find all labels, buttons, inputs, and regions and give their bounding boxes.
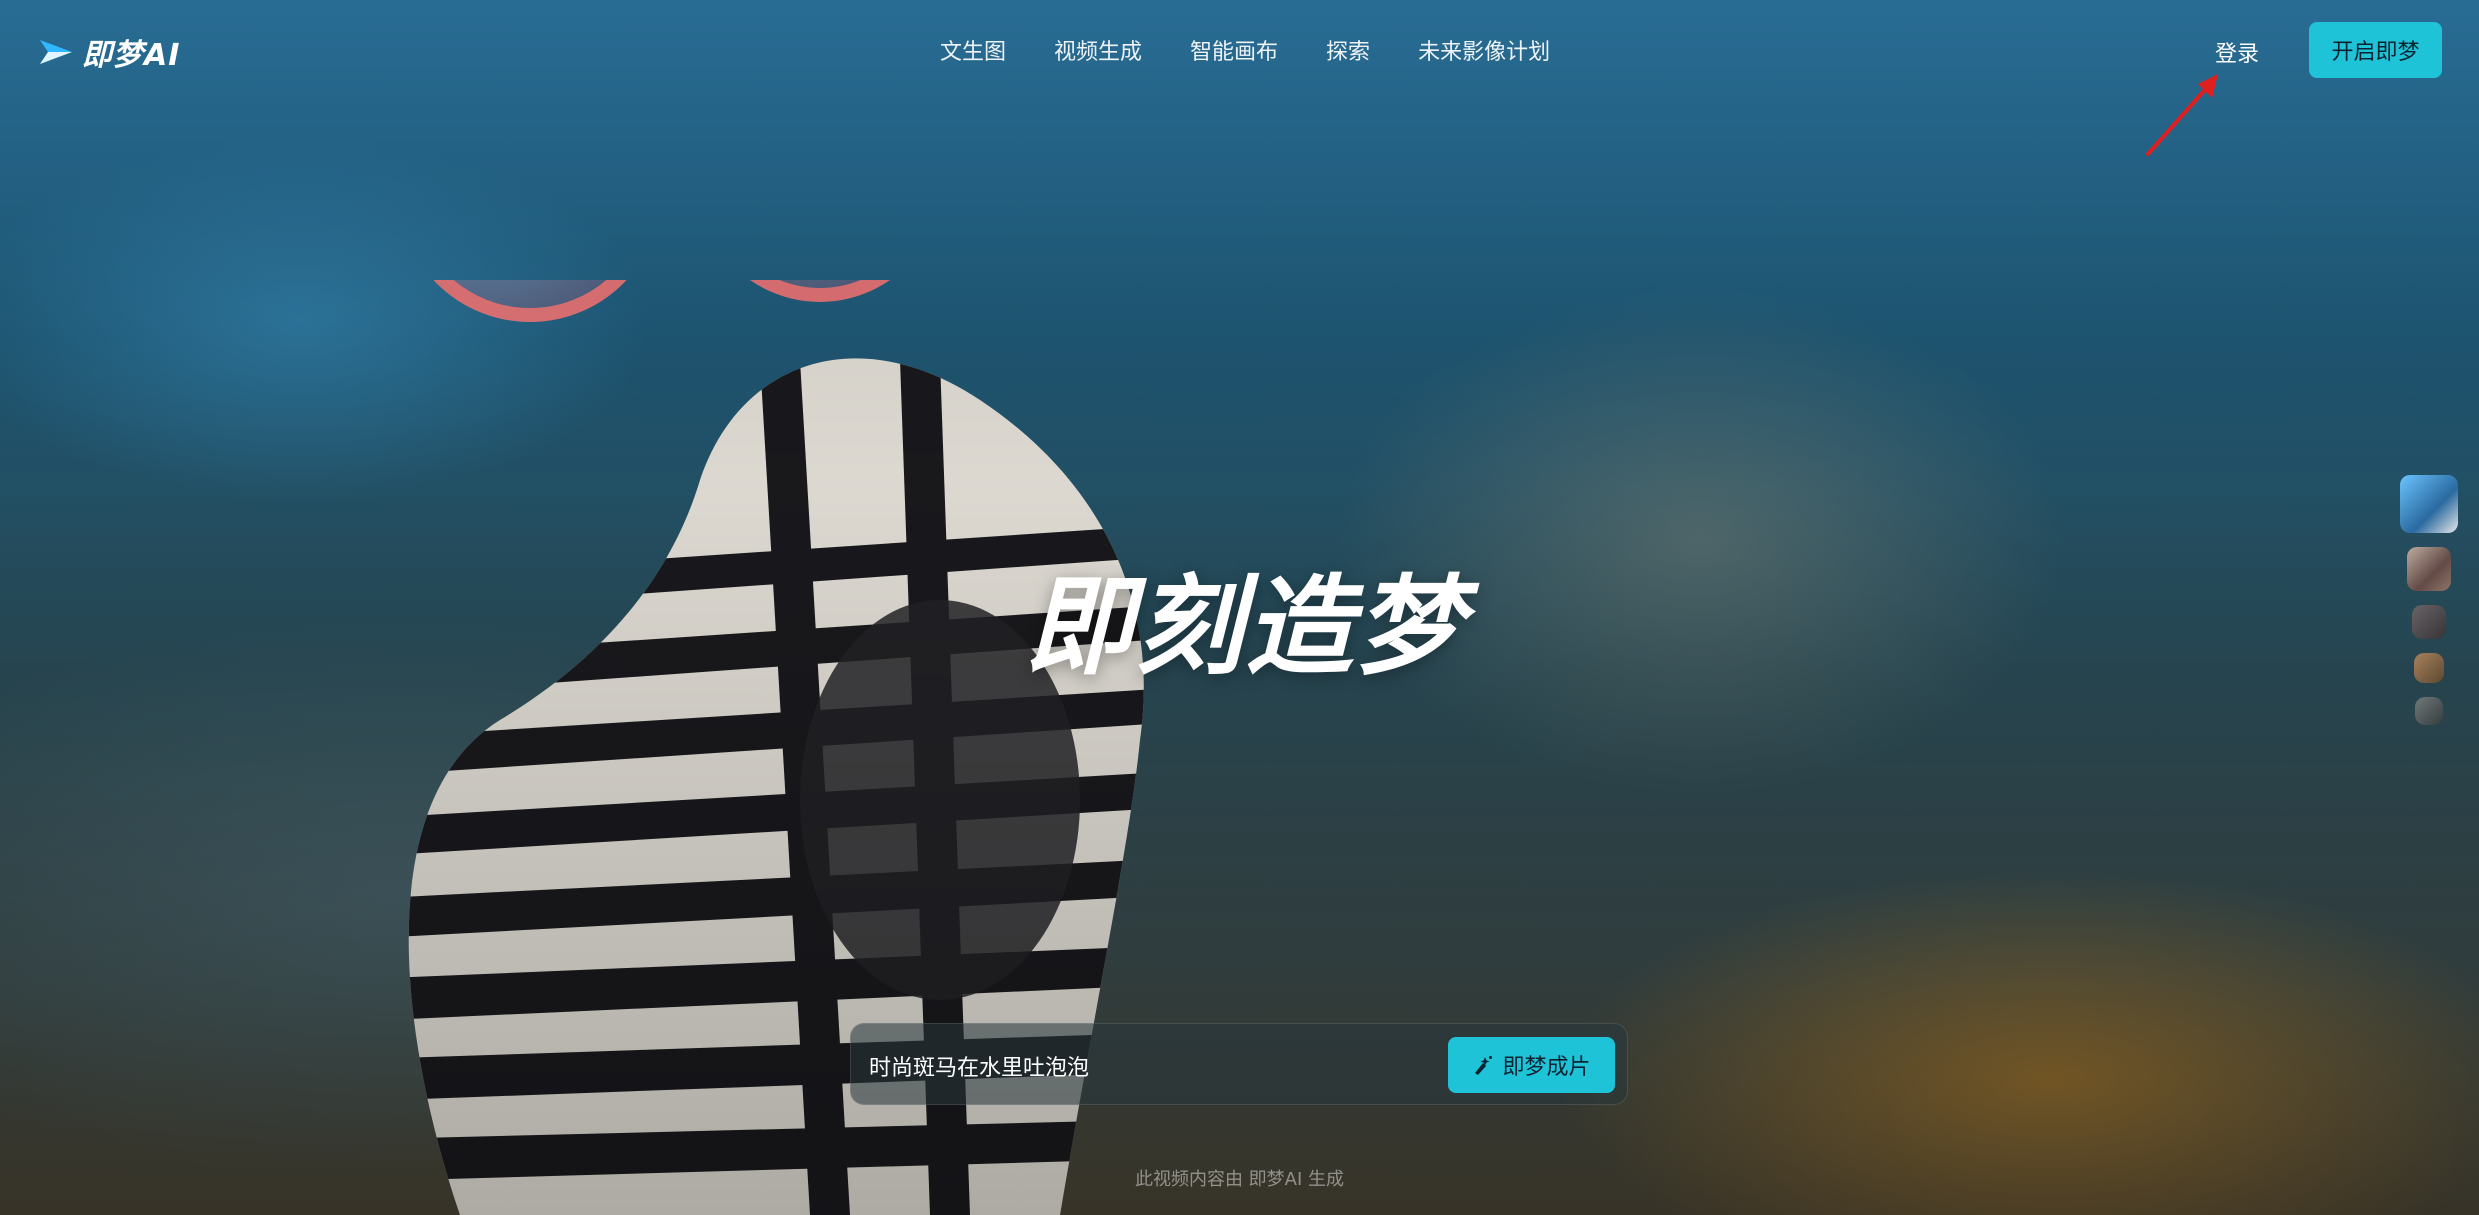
generate-video-button-label: 即梦成片 (1502, 1055, 1591, 1080)
nav-item-video-generation[interactable]: 视频生成 (1054, 34, 1142, 66)
video-thumbnail[interactable] (2414, 653, 2444, 683)
logo-text: 即梦AI (82, 38, 181, 73)
video-thumbnail-list (2400, 475, 2458, 725)
jimeng-logo-icon (40, 40, 72, 64)
prompt-bar: 时尚斑马在水里吐泡泡 即梦成片 (850, 1023, 1628, 1105)
sparkle-brush-icon (1475, 1056, 1493, 1075)
nav-item-smart-canvas[interactable]: 智能画布 (1190, 34, 1278, 66)
nav-item-text-to-image[interactable]: 文生图 (940, 34, 1006, 66)
nav-item-future-imaging-plan[interactable]: 未来影像计划 (1418, 34, 1550, 66)
hero-background: 即梦AI 文生图 视频生成 智能画布 探索 未来影像计划 登录 开启即梦 即刻造… (0, 0, 2479, 1215)
generate-video-button[interactable]: 即梦成片 (1448, 1037, 1615, 1093)
logo[interactable]: 即梦AI (38, 30, 180, 74)
video-thumbnail-active[interactable] (2400, 475, 2458, 533)
prompt-text[interactable]: 时尚斑马在水里吐泡泡 (869, 1050, 1089, 1082)
open-jimeng-button[interactable]: 开启即梦 (2309, 22, 2442, 78)
main-nav: 文生图 视频生成 智能画布 探索 未来影像计划 (940, 34, 1550, 66)
hero-title: 即刻造梦 (1024, 565, 1465, 690)
video-thumbnail[interactable] (2407, 547, 2451, 591)
top-navigation-bar: 即梦AI 文生图 视频生成 智能画布 探索 未来影像计划 登录 开启即梦 (0, 0, 2479, 100)
video-thumbnail[interactable] (2415, 697, 2443, 725)
nav-item-explore[interactable]: 探索 (1326, 34, 1370, 66)
annotation-arrow-icon (2146, 74, 2218, 156)
ai-generated-notice: 此视频内容由 即梦AI 生成 (1134, 1169, 1345, 1190)
video-thumbnail[interactable] (2412, 605, 2446, 639)
login-link[interactable]: 登录 (2215, 36, 2259, 68)
